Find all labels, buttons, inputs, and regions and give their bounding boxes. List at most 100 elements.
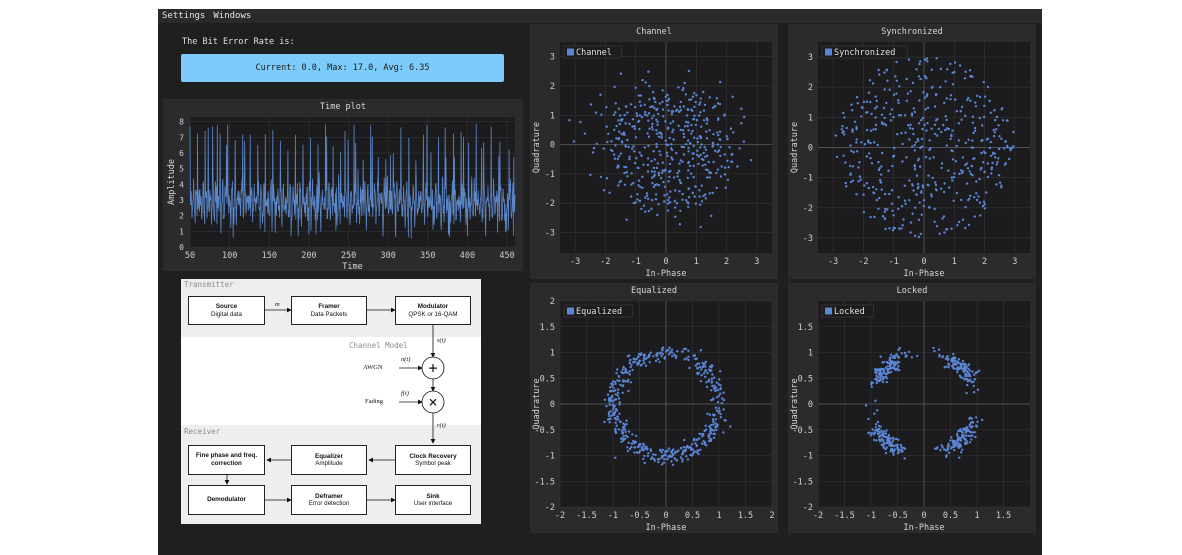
constellation-point	[633, 150, 636, 153]
fine-title: Fine phase and freq. correction	[195, 452, 258, 467]
constellation-point	[884, 227, 887, 231]
constellation-point	[900, 131, 903, 135]
constellation-point	[1000, 108, 1003, 111]
constellation-point	[975, 180, 978, 183]
constellation-point	[702, 90, 705, 94]
constellation-point	[932, 346, 935, 350]
constellation-point	[649, 105, 652, 109]
constellation-point	[968, 424, 971, 427]
channel-scatter-chart[interactable]: -3 -2 -1 0 1 2 3 -3 -2 -1 0 1 2 3 Channel In-Phase Quadr…	[530, 24, 778, 279]
constellation-point	[930, 86, 934, 89]
constellation-point	[913, 144, 916, 147]
constellation-point	[674, 215, 677, 218]
menu-settings[interactable]: Settings	[158, 11, 209, 21]
constellation-point	[651, 122, 654, 126]
constellation-point	[958, 446, 961, 449]
constellation-point	[953, 448, 956, 452]
constellation-point	[679, 100, 682, 104]
constellation-point	[668, 136, 671, 140]
constellation-point	[878, 196, 881, 200]
constellation-point	[897, 99, 900, 102]
constellation-point	[869, 129, 873, 132]
constellation-point	[867, 186, 870, 190]
constellation-point	[997, 157, 1000, 160]
clock-sub: Symbol peak	[415, 460, 451, 468]
constellation-point	[923, 58, 927, 61]
constellation-point	[966, 98, 969, 102]
constellation-point	[645, 448, 649, 451]
synchronized-scatter-chart[interactable]: -3 -2 -1 0 1 2 3 -3 -2 -1 0 1 2 3 Synchronized In-Phase…	[788, 24, 1036, 279]
constellation-point	[667, 97, 671, 101]
ber-value-button[interactable]: Current: 0.0, Max: 17.0, Avg: 6.35	[181, 54, 504, 82]
constellation-point	[667, 199, 670, 202]
constellation-point	[890, 108, 893, 111]
constellation-point	[616, 368, 619, 371]
constellation-point	[892, 115, 895, 119]
constellation-point	[600, 113, 603, 116]
constellation-point	[651, 182, 654, 185]
constellation-point	[623, 428, 627, 431]
constellation-point	[627, 430, 631, 433]
constellation-point	[911, 127, 914, 131]
constellation-point	[867, 91, 871, 95]
constellation-point	[707, 378, 711, 381]
constellation-point	[711, 145, 714, 148]
constellation-point	[844, 181, 847, 185]
constellation-point	[703, 145, 706, 149]
constellation-point	[727, 166, 730, 169]
constellation-point	[628, 155, 631, 158]
equalized-scatter-chart[interactable]: -2 -1.5 -1 -0.5 0 0.5 1 1.5 2-2-1.5-1-0.500.511.…	[530, 283, 778, 533]
constellation-point	[690, 132, 693, 135]
demodulator-block: Demodulator	[188, 485, 265, 515]
constellation-point	[695, 444, 698, 447]
constellation-point	[968, 170, 971, 173]
constellation-point	[665, 151, 669, 154]
constellation-point	[952, 445, 956, 449]
constellation-point	[688, 142, 692, 145]
constellation-point	[883, 192, 887, 196]
constellation-point	[633, 127, 636, 130]
constellation-point	[945, 228, 949, 231]
constellation-point	[683, 125, 687, 128]
constellation-point	[870, 385, 873, 388]
constellation-point	[634, 105, 637, 109]
constellation-point	[704, 424, 707, 427]
constellation-point	[909, 221, 913, 224]
constellation-point	[701, 164, 704, 167]
constellation-point	[716, 401, 720, 404]
constellation-point	[706, 371, 709, 375]
locked-scatter-chart[interactable]: -2 -1.5 -1 -0.5 0 0.5 1 1.5-2-1.5-1-0.500.511.5…	[788, 283, 1036, 533]
time-plot-chart[interactable]: 50 100 150 200 250 300 350 400 450 0 1 2 3 4 5 6 7 8 Time A…	[163, 99, 523, 271]
constellation-point	[890, 448, 894, 451]
constellation-point	[865, 182, 868, 185]
menu-windows[interactable]: Windows	[209, 11, 255, 21]
y-tick-label: -2	[545, 199, 555, 209]
constellation-point	[637, 445, 640, 449]
constellation-point	[725, 135, 728, 138]
constellation-point	[691, 129, 694, 133]
constellation-point	[605, 177, 609, 180]
constellation-point	[859, 178, 862, 181]
x-tick-label: -2	[600, 257, 610, 267]
constellation-point	[869, 215, 872, 219]
constellation-point	[953, 61, 957, 64]
constellation-point	[933, 349, 936, 353]
constellation-point	[693, 195, 696, 198]
constellation-point	[871, 185, 875, 189]
constellation-point	[882, 376, 885, 379]
constellation-point	[607, 397, 611, 400]
y-tick-label: 1.5	[540, 323, 555, 333]
framer-block: Framer Data Packets	[291, 296, 367, 325]
constellation-point	[971, 121, 974, 124]
constellation-point	[945, 455, 948, 459]
constellation-point	[623, 183, 627, 186]
constellation-point	[982, 80, 985, 84]
deframer-block: Deframer Error detection	[291, 485, 367, 515]
constellation-point	[610, 414, 613, 417]
constellation-point	[870, 112, 873, 116]
constellation-point	[700, 373, 703, 377]
constellation-point	[908, 127, 912, 130]
constellation-point	[614, 111, 617, 114]
constellation-point	[882, 368, 886, 371]
time-y-tick-label: 2	[179, 212, 184, 221]
